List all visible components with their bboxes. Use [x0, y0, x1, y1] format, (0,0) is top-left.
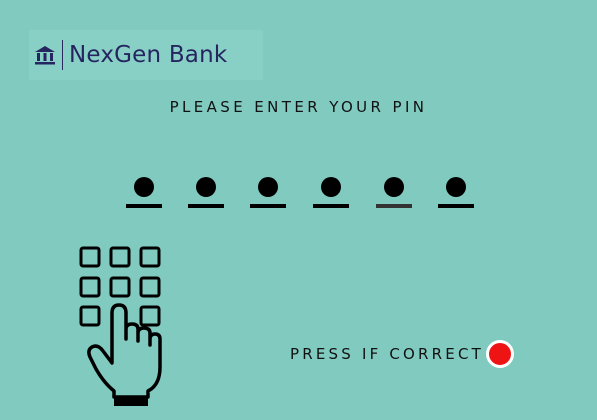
keypad-hand-icon: [79, 246, 162, 406]
pin-underline: [126, 204, 162, 208]
confirm-button[interactable]: [486, 340, 515, 368]
confirm-label: PRESS IF CORRECT: [290, 345, 485, 363]
pin-digit-4: [313, 177, 349, 217]
pin-underline: [250, 204, 286, 208]
pin-digit-6: [438, 177, 474, 217]
pin-dot: [446, 177, 466, 197]
pin-dot: [321, 177, 341, 197]
pin-digit-2: [188, 177, 224, 217]
pin-underline: [376, 204, 412, 208]
pin-underline: [438, 204, 474, 208]
pin-dot: [196, 177, 216, 197]
pin-dot: [134, 177, 154, 197]
pin-dot: [258, 177, 278, 197]
pin-underline: [313, 204, 349, 208]
pin-dot: [384, 177, 404, 197]
pin-digit-5: [376, 177, 412, 217]
confirm-area: PRESS IF CORRECT: [290, 340, 515, 368]
pin-underline: [188, 204, 224, 208]
pin-digit-3: [250, 177, 286, 217]
pin-digit-1: [126, 177, 162, 217]
